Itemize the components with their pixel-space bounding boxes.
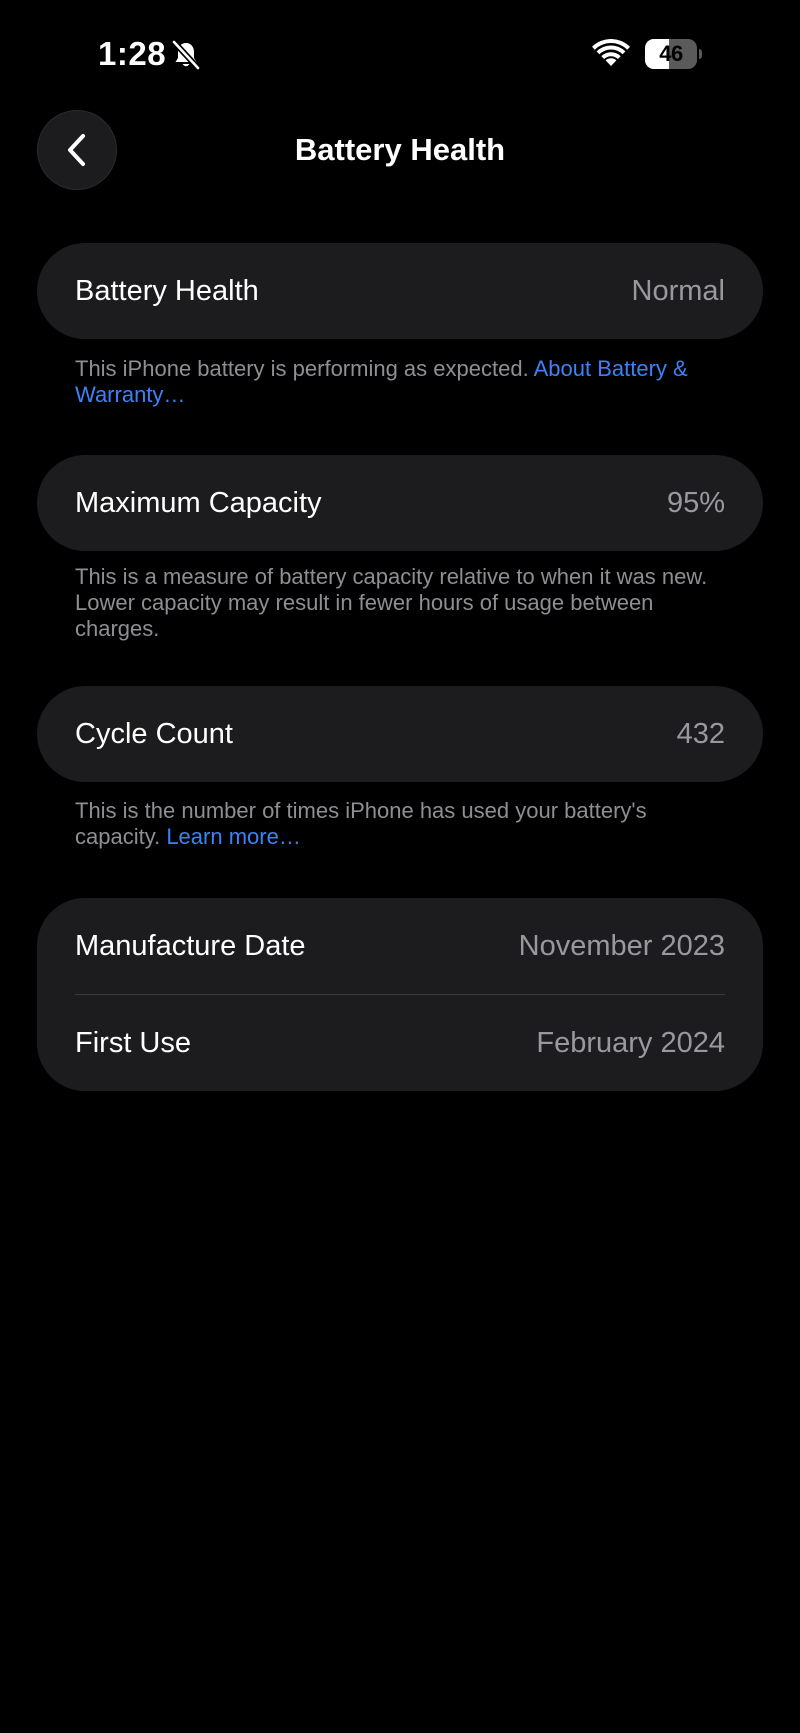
bell-slash-icon: [171, 39, 201, 71]
maximum-capacity-value: 95%: [666, 486, 725, 519]
battery-body: 46: [645, 39, 697, 69]
cycle-count-label: Cycle Count: [75, 717, 233, 750]
cycle-count-footnote-text: This is the number of times iPhone has u…: [75, 798, 647, 849]
battery-health-card: Battery Health Normal: [37, 243, 763, 339]
battery-dates-card: Manufacture Date November 2023 First Use…: [37, 898, 763, 1091]
maximum-capacity-label: Maximum Capacity: [75, 486, 322, 519]
battery-nub: [699, 49, 702, 59]
first-use-row: First Use February 2024: [37, 995, 763, 1091]
learn-more-link[interactable]: Learn more…: [166, 824, 301, 849]
maximum-capacity-footnote-text: This is a measure of battery capacity re…: [75, 564, 708, 641]
battery-health-row: Battery Health Normal: [37, 243, 763, 339]
battery-icon: 46: [645, 39, 702, 69]
maximum-capacity-footnote: This is a measure of battery capacity re…: [75, 564, 735, 642]
first-use-value: February 2024: [536, 1026, 725, 1059]
cycle-count-row: Cycle Count 432: [37, 686, 763, 782]
battery-health-label: Battery Health: [75, 274, 259, 307]
status-time: 1:28: [98, 35, 167, 72]
manufacture-date-label: Manufacture Date: [75, 929, 306, 962]
cycle-count-footnote: This is the number of times iPhone has u…: [75, 798, 735, 850]
status-bar: 1:28 46: [0, 0, 800, 110]
battery-health-value: Normal: [631, 274, 725, 307]
battery-level: 46: [659, 41, 683, 66]
cycle-count-card: Cycle Count 432: [37, 686, 763, 782]
maximum-capacity-row: Maximum Capacity 95%: [37, 455, 763, 551]
wifi-icon: [592, 39, 630, 66]
battery-health-footnote: This iPhone battery is performing as exp…: [75, 356, 735, 408]
manufacture-date-row: Manufacture Date November 2023: [37, 898, 763, 994]
cycle-count-value: 432: [676, 717, 725, 750]
battery-health-footnote-text: This iPhone battery is performing as exp…: [75, 356, 529, 381]
maximum-capacity-card: Maximum Capacity 95%: [37, 455, 763, 551]
manufacture-date-value: November 2023: [518, 929, 725, 962]
first-use-label: First Use: [75, 1026, 191, 1059]
page-title: Battery Health: [294, 132, 506, 167]
